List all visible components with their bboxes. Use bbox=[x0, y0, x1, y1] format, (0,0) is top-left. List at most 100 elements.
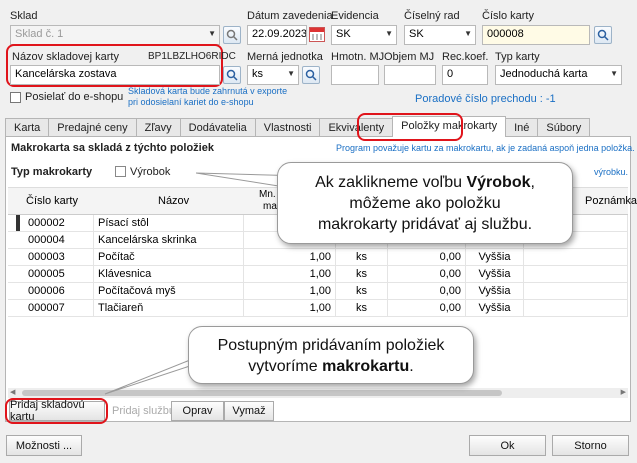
cell-cislo: 000005 bbox=[8, 266, 94, 283]
nazov-input[interactable]: Kancelárska zostava bbox=[10, 65, 220, 85]
cislo-karty-label: Číslo karty bbox=[482, 10, 534, 22]
typ-makrokarty-label: Typ makrokarty bbox=[11, 166, 93, 178]
cell-nazov: Kancelárska skrinka bbox=[94, 232, 244, 249]
cell-cislo: 000003 bbox=[8, 249, 94, 266]
callout-2-bold: makrokartu bbox=[322, 358, 410, 375]
rec-input[interactable]: 0 bbox=[442, 65, 488, 85]
scrollbar-thumb[interactable] bbox=[22, 390, 502, 396]
callout-vyrobok: Ak zaklikneme voľbu Výrobok, môžeme ako … bbox=[277, 162, 573, 244]
tab-predajne-ceny[interactable]: Predajné ceny bbox=[48, 118, 137, 137]
chevron-down-icon: ▼ bbox=[208, 29, 216, 38]
eshop-note-2: pri odosielaní kariet do e-shopu bbox=[128, 97, 254, 107]
cell-poznamka bbox=[524, 283, 628, 300]
callout-1-text-a: Ak zaklikneme voľbu bbox=[315, 174, 467, 191]
objem-label: Objem MJ bbox=[384, 51, 435, 63]
callout-1-bold: Výrobok bbox=[466, 174, 531, 191]
ciselny-rad-label: Číselný rad bbox=[404, 10, 460, 22]
tab-vlastnosti[interactable]: Vlastnosti bbox=[254, 118, 321, 137]
nazov-search-icon[interactable] bbox=[223, 66, 241, 84]
col-nazov: Názov bbox=[158, 195, 190, 207]
ciselny-rad-select[interactable]: SK ▼ bbox=[404, 25, 476, 45]
eshop-checkbox[interactable] bbox=[10, 92, 21, 103]
evidencia-select[interactable]: SK ▼ bbox=[331, 25, 397, 45]
cell-cena: 0,00 bbox=[388, 283, 466, 300]
callout-makrokarta: Postupným pridávaním položiek vytvoríme … bbox=[188, 326, 474, 384]
sklad-search-icon[interactable] bbox=[223, 26, 241, 44]
cell-cislo: 000007 bbox=[8, 300, 94, 317]
hmotn-label: Hmotn. MJ bbox=[331, 51, 385, 63]
typ-karty-value: Jednoduchá karta bbox=[500, 68, 588, 80]
chevron-down-icon: ▼ bbox=[464, 29, 472, 38]
mj-search-icon[interactable] bbox=[302, 66, 320, 84]
col-mn-sub: ma bbox=[263, 201, 277, 212]
vymaz-button[interactable]: Vymaž bbox=[224, 401, 274, 421]
poradove-cislo: Poradové číslo prechodu : -1 bbox=[415, 93, 556, 105]
cell-mj: ks bbox=[336, 283, 388, 300]
tab-dodavatelia[interactable]: Dodávatelia bbox=[179, 118, 256, 137]
callout-1-text-c: môžeme ako položku bbox=[349, 195, 501, 212]
cell-mn: 1,00 bbox=[244, 300, 336, 317]
sklad-value: Sklad č. 1 bbox=[15, 28, 64, 40]
datum-input[interactable]: 22.09.2023 bbox=[247, 25, 307, 45]
cell-sadzba: Vyššia bbox=[466, 249, 524, 266]
cislo-search-icon[interactable] bbox=[594, 26, 612, 44]
tab-zlavy[interactable]: Zľavy bbox=[135, 118, 181, 137]
cell-sadzba: Vyššia bbox=[466, 266, 524, 283]
cell-mn: 1,00 bbox=[244, 283, 336, 300]
oprav-button[interactable]: Oprav bbox=[171, 401, 224, 421]
typ-karty-label: Typ karty bbox=[495, 51, 540, 63]
tab-ine[interactable]: Iné bbox=[505, 118, 539, 137]
cell-mj: ks bbox=[336, 249, 388, 266]
col-cislo-karty: Číslo karty bbox=[26, 195, 78, 207]
mj-value: ks bbox=[252, 68, 263, 80]
cell-cena: 0,00 bbox=[388, 300, 466, 317]
pridaj-sluzbu-button[interactable]: Pridaj službu bbox=[112, 405, 175, 417]
tab-highlight bbox=[357, 113, 463, 141]
nazov-label: Názov skladovej karty bbox=[12, 51, 119, 63]
cell-nazov: Počítačová myš bbox=[94, 283, 244, 300]
objem-input[interactable] bbox=[384, 65, 436, 85]
tab-karta[interactable]: Karta bbox=[5, 118, 50, 137]
calendar-icon[interactable] bbox=[309, 27, 325, 42]
tab-subory[interactable]: Súbory bbox=[537, 118, 591, 137]
cell-mn: 1,00 bbox=[244, 266, 336, 283]
vyrobok-label: Výrobok bbox=[130, 166, 171, 178]
cell-cislo: 000004 bbox=[8, 232, 94, 249]
mj-label: Merná jednotka bbox=[247, 51, 323, 63]
eshop-note-1: Skladová karta bude zahrnutá v exporte bbox=[128, 86, 288, 96]
ok-button[interactable]: Ok bbox=[469, 435, 546, 456]
callout-2-dot: . bbox=[409, 358, 414, 375]
cell-mn: 1,00 bbox=[244, 249, 336, 266]
cell-poznamka bbox=[524, 266, 628, 283]
hmotn-input[interactable] bbox=[331, 65, 379, 85]
callout-2-text-b: vytvoríme bbox=[248, 358, 323, 375]
typ-karty-select[interactable]: Jednoduchá karta ▼ bbox=[495, 65, 622, 85]
col-poznamka: Poznámka bbox=[585, 195, 637, 207]
sklad-select[interactable]: Sklad č. 1 ▼ bbox=[10, 25, 220, 45]
chevron-down-icon: ▼ bbox=[287, 69, 295, 78]
nazov-code: BP1LBZLHO6RIDC bbox=[148, 51, 236, 62]
cell-poznamka bbox=[524, 300, 628, 317]
moznosti-button[interactable]: Možnosti ... bbox=[6, 435, 82, 456]
vyrobok-note: výrobku. bbox=[594, 167, 629, 177]
evidencia-label: Evidencia bbox=[331, 10, 379, 22]
cell-cena: 0,00 bbox=[388, 249, 466, 266]
callout-2-text-a: Postupným pridávaním položiek bbox=[217, 337, 445, 354]
tab-bar: Karta Predajné ceny Zľavy Dodávatelia Vl… bbox=[5, 116, 591, 137]
chevron-down-icon: ▼ bbox=[385, 29, 393, 38]
storno-button[interactable]: Storno bbox=[552, 435, 629, 456]
panel-title: Makrokarta sa skladá z týchto položiek bbox=[11, 142, 214, 154]
scroll-left-icon[interactable]: ◀ bbox=[10, 388, 15, 396]
vyrobok-checkbox[interactable] bbox=[115, 166, 126, 177]
scroll-right-icon[interactable]: ▶ bbox=[621, 388, 626, 396]
ciselny-rad-value: SK bbox=[409, 28, 424, 40]
datum-label: Dátum zavedenia bbox=[247, 10, 333, 22]
table-row[interactable]: 000006 Počítačová myš 1,00 ks 0,00 Vyššia bbox=[8, 283, 628, 300]
sklad-label: Sklad bbox=[10, 10, 38, 22]
table-row[interactable]: 000007 Tlačiareň 1,00 ks 0,00 Vyššia bbox=[8, 300, 628, 317]
mj-select[interactable]: ks ▼ bbox=[247, 65, 299, 85]
table-row[interactable]: 000003 Počítač 1,00 ks 0,00 Vyššia bbox=[8, 249, 628, 266]
table-row[interactable]: 000005 Klávesnica 1,00 ks 0,00 Vyššia bbox=[8, 266, 628, 283]
cell-cena: 0,00 bbox=[388, 266, 466, 283]
cislo-karty-input[interactable]: 000008 bbox=[482, 25, 590, 45]
